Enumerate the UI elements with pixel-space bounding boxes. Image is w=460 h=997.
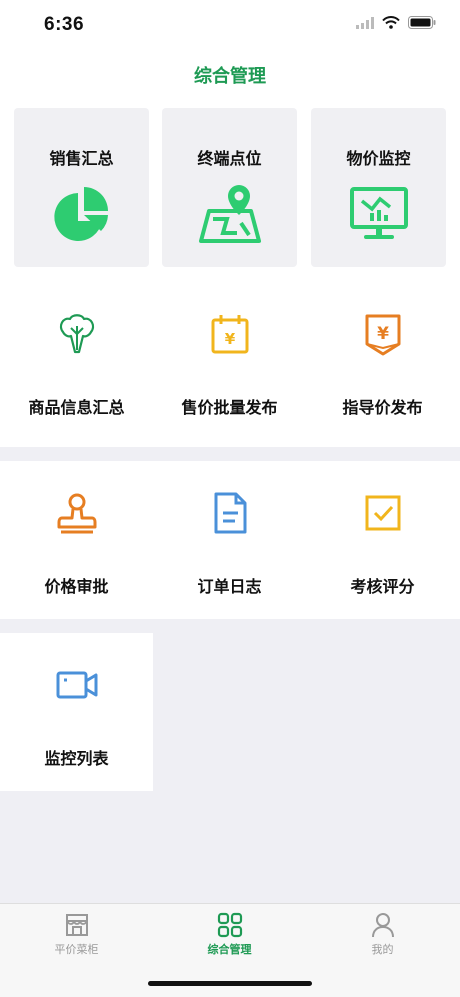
batch-price-publish-item[interactable]: ¥ 售价批量发布 [153, 282, 306, 442]
card-label: 销售汇总 [49, 151, 114, 168]
wifi-icon [382, 16, 400, 29]
top-card-section: 销售汇总 终端点位 物价监控 [0, 96, 460, 282]
item-label: 指导价发布 [342, 400, 423, 417]
item-label: 商品信息汇总 [28, 400, 125, 417]
grid-row-1: 商品信息汇总 ¥ 售价批量发布 ¥ 指导价发布 [0, 282, 460, 447]
item-label: 考核评分 [350, 579, 415, 596]
product-info-summary-item[interactable]: 商品信息汇总 [0, 282, 153, 442]
assessment-score-item[interactable]: 考核评分 [306, 461, 459, 621]
sales-summary-card[interactable]: 销售汇总 [14, 108, 149, 267]
page-title: 综合管理 [194, 66, 266, 86]
item-label: 价格审批 [44, 579, 109, 596]
status-bar: 6:36 [0, 0, 460, 54]
signal-icon [356, 16, 374, 29]
svg-text:¥: ¥ [377, 324, 389, 344]
price-monitor-card[interactable]: 物价监控 [311, 108, 446, 267]
vegetable-icon [55, 312, 99, 361]
terminal-location-card[interactable]: 终端点位 [162, 108, 297, 267]
checkbox-icon [361, 491, 405, 540]
guide-price-publish-item[interactable]: ¥ 指导价发布 [306, 282, 459, 442]
card-label: 终端点位 [197, 151, 262, 168]
card-label: 物价监控 [346, 151, 411, 168]
item-label: 监控列表 [44, 751, 109, 768]
video-camera-icon [55, 663, 99, 712]
tab-label: 我的 [371, 944, 394, 956]
home-indicator [148, 981, 312, 986]
tab-fair-price-cabinet[interactable]: 平价菜柜 [0, 912, 153, 957]
nav-bar: 综合管理 [0, 54, 460, 96]
store-icon [65, 914, 88, 936]
status-icons [356, 16, 436, 29]
grid-row-3: 监控列表 [0, 633, 153, 791]
grid-row-2: 价格审批 订单日志 考核评分 [0, 461, 460, 619]
monitor-list-item[interactable]: 监控列表 [0, 633, 153, 793]
tab-label: 平价菜柜 [54, 944, 99, 956]
svg-text:¥: ¥ [224, 330, 235, 348]
grid-icon [217, 912, 242, 938]
item-label: 售价批量发布 [181, 400, 278, 417]
tab-comprehensive-management[interactable]: 综合管理 [153, 912, 306, 957]
tab-mine[interactable]: 我的 [306, 912, 459, 957]
order-log-item[interactable]: 订单日志 [153, 461, 306, 621]
user-icon [371, 913, 394, 938]
tab-label: 综合管理 [207, 944, 252, 956]
item-label: 订单日志 [197, 579, 262, 596]
document-icon [208, 491, 252, 540]
price-calendar-icon: ¥ [208, 312, 252, 361]
battery-icon [408, 16, 436, 29]
monitor-chart-icon [346, 183, 412, 254]
status-time: 6:36 [44, 14, 85, 35]
price-tag-icon: ¥ [361, 312, 405, 361]
stamp-icon [55, 491, 99, 540]
pie-chart-icon [49, 183, 115, 254]
price-approval-item[interactable]: 价格审批 [0, 461, 153, 621]
map-location-icon [197, 183, 263, 254]
